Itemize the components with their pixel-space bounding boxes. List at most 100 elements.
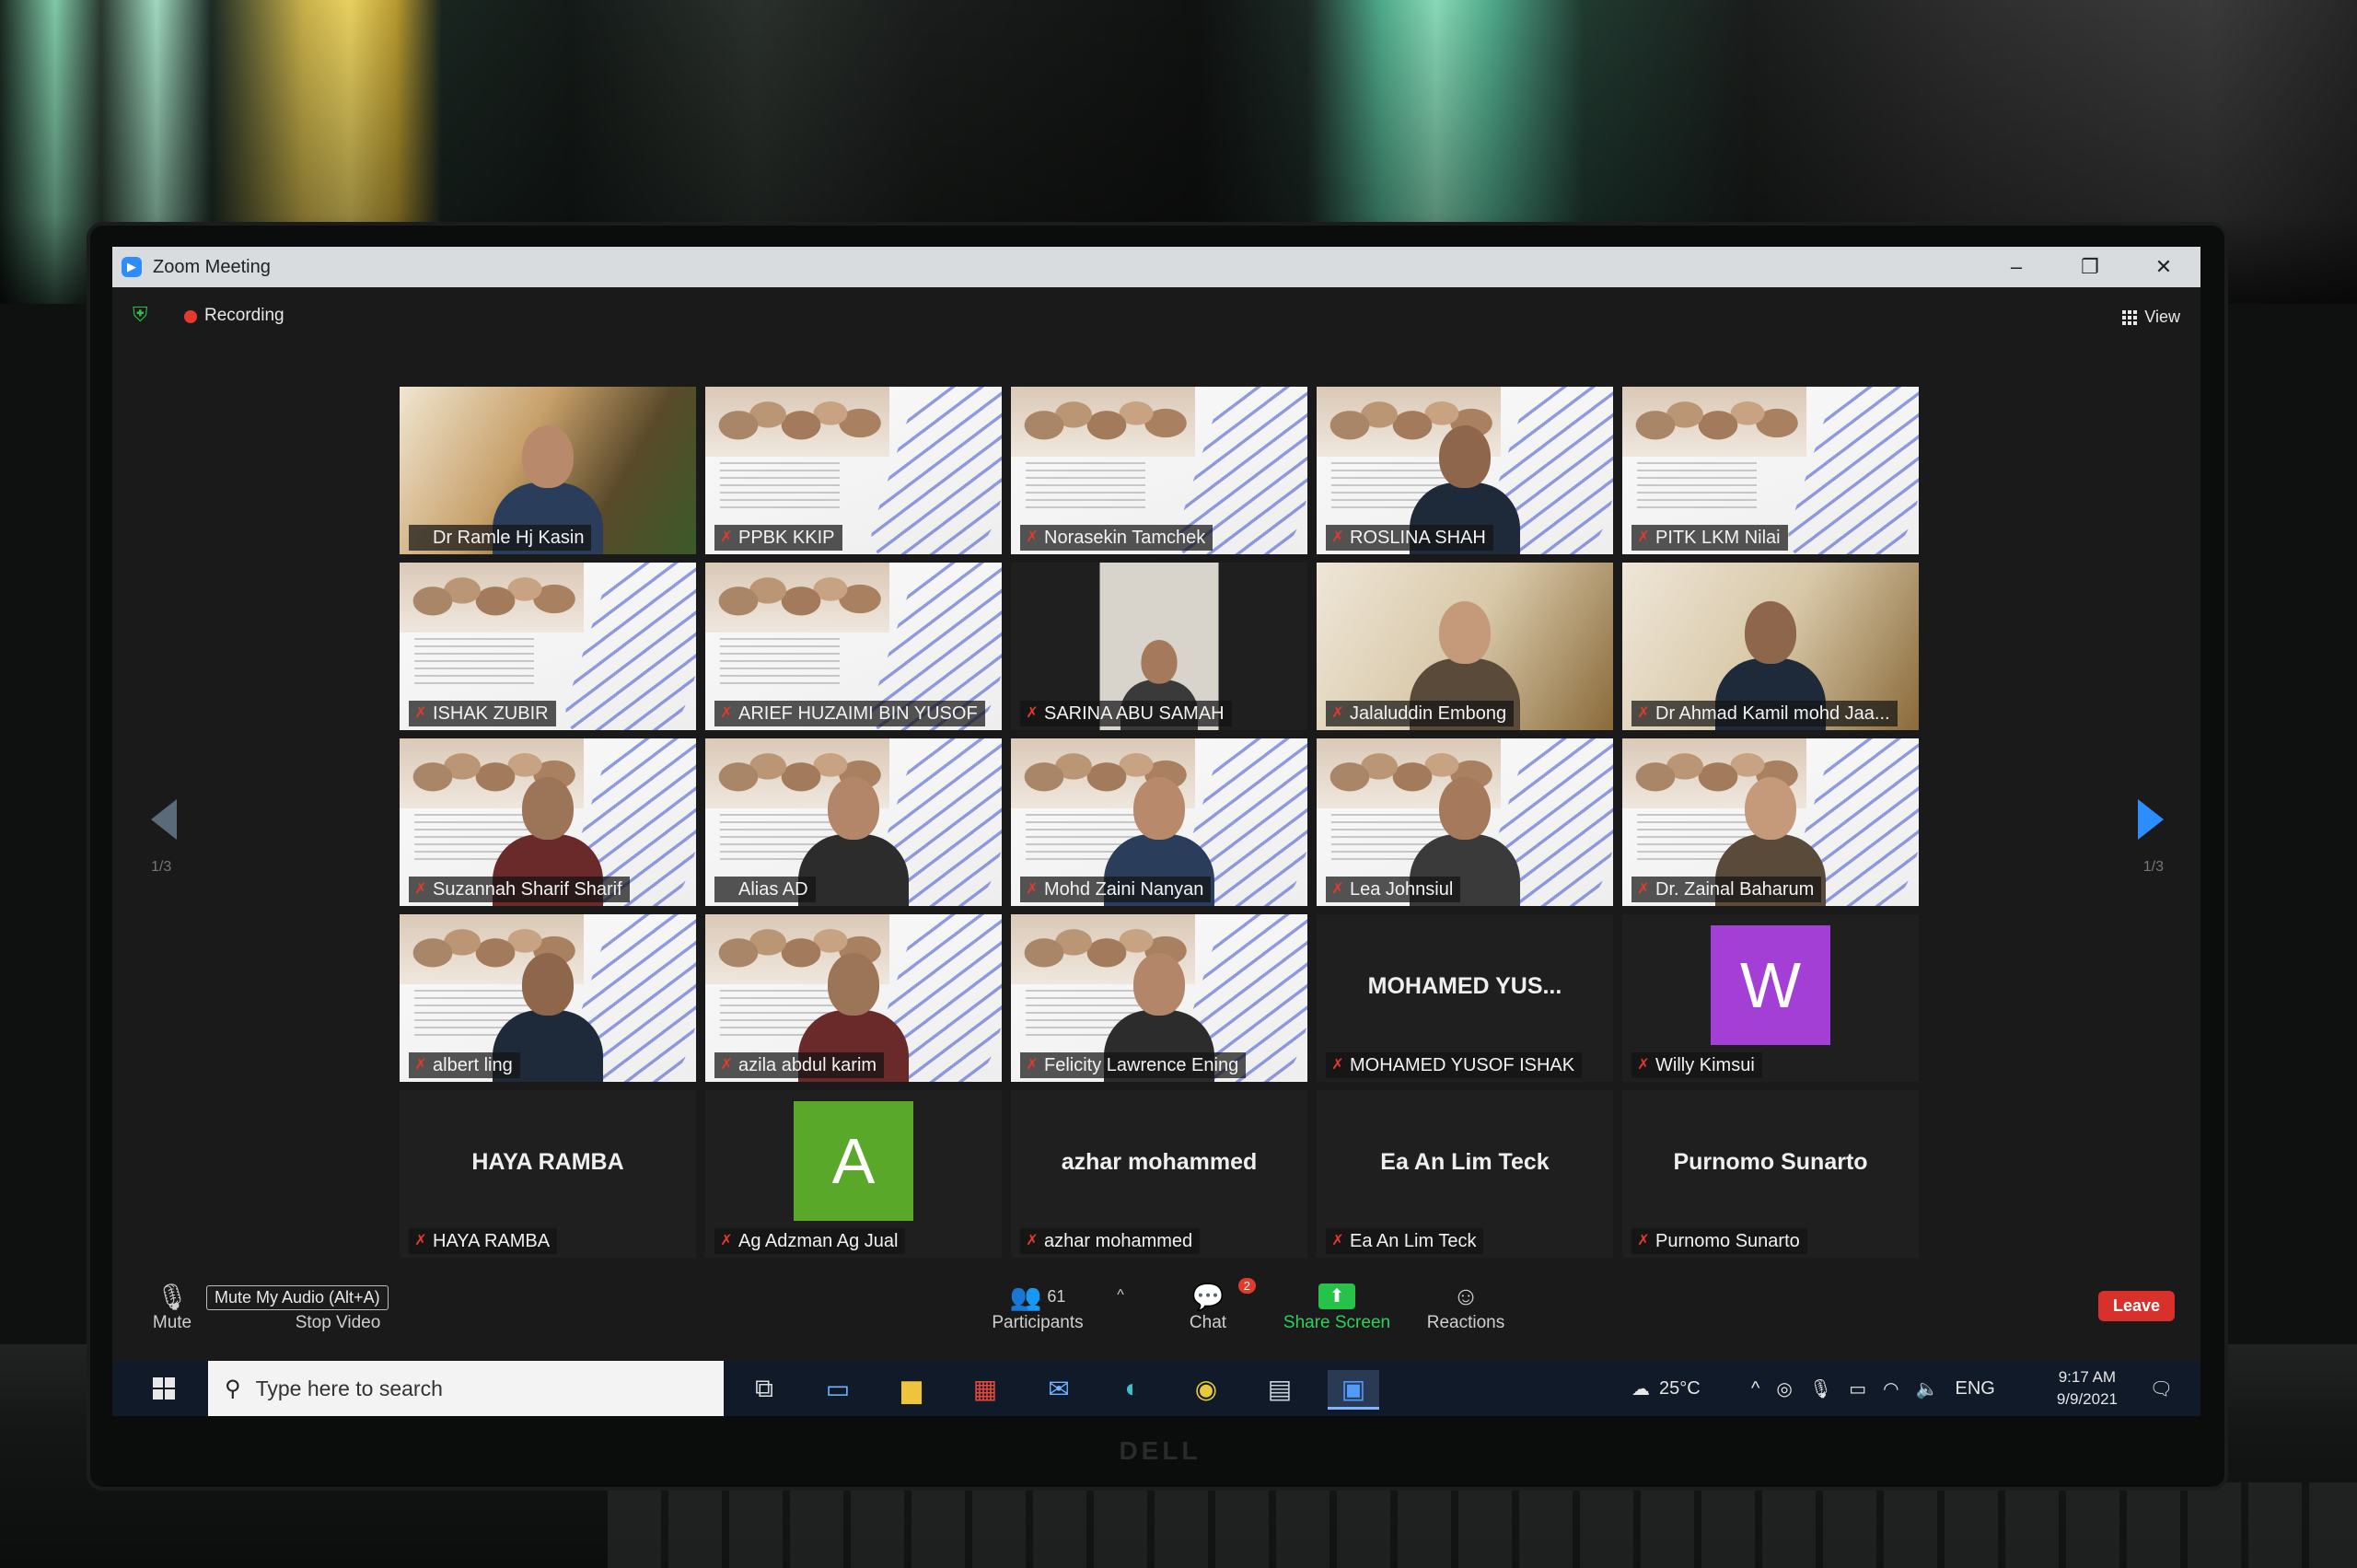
participant-tile[interactable]: Dr Ramle Hj Kasin — [400, 387, 696, 554]
participant-name: Willy Kimsui — [1655, 1055, 1755, 1075]
participant-tile[interactable]: ✗ Felicity Lawrence Ening — [1011, 914, 1307, 1082]
participant-name: PPBK KKIP — [738, 528, 835, 548]
windows-taskbar: ⚲ Type here to search ⧉ ▭ ▆ ▦ ✉ ◐ ◉ ▤ ▣ … — [112, 1361, 2200, 1416]
participant-tile[interactable]: ✗ PPBK KKIP — [705, 387, 1002, 554]
participant-name: Dr Ahmad Kamil mohd Jaa... — [1655, 703, 1890, 724]
participant-name-label: ✗ Ag Adzman Ag Jual — [714, 1228, 906, 1254]
weather-temperature: 25°C — [1659, 1377, 1701, 1399]
edge-browser-icon[interactable]: ◐ — [1107, 1370, 1158, 1407]
next-page-arrow-icon[interactable] — [2138, 799, 2164, 840]
participant-tile[interactable]: Ea An Lim Teck ✗ Ea An Lim Teck — [1317, 1090, 1613, 1258]
participant-tile[interactable]: ✗ ISHAK ZUBIR — [400, 563, 696, 730]
muted-mic-icon: ✗ — [720, 1057, 733, 1073]
muted-mic-icon: ✗ — [720, 1233, 733, 1249]
participant-tile[interactable]: ✗ PITK LKM Nilai — [1622, 387, 1919, 554]
camera-tray-icon[interactable]: ◎ — [1776, 1377, 1792, 1400]
muted-mic-icon: ✗ — [414, 1233, 427, 1249]
language-indicator[interactable]: ENG — [1956, 1378, 1995, 1400]
microphone-icon: 🎙 — [156, 1282, 189, 1311]
participant-name-label: ✗ Mohd Zaini Nanyan — [1020, 877, 1212, 902]
participant-tile[interactable]: azhar mohammed ✗ azhar mohammed — [1011, 1090, 1307, 1258]
participant-name-label: ✗ azila abdul karim — [714, 1052, 885, 1078]
participant-name-label: ✗ ROSLINA SHAH — [1326, 525, 1493, 551]
share-screen-button[interactable]: ⬆ Share Screen — [1272, 1280, 1401, 1333]
document-app-icon[interactable]: ▤ — [1254, 1370, 1306, 1407]
participant-name-label: Dr Ramle Hj Kasin — [409, 525, 592, 551]
battery-icon[interactable]: ▭ — [1849, 1377, 1866, 1400]
taskbar-search-box[interactable]: ⚲ Type here to search — [208, 1361, 724, 1416]
microphone-tray-icon[interactable]: 🎙 — [1809, 1377, 1832, 1400]
muted-mic-icon: ✗ — [1026, 1233, 1039, 1249]
view-label: View — [2144, 308, 2180, 326]
notifications-icon[interactable]: 🗨 — [2150, 1361, 2173, 1416]
weather-widget[interactable]: ☁ 25°C — [1631, 1361, 1701, 1416]
chevron-up-icon[interactable]: ^ — [1751, 1378, 1759, 1400]
reactions-button[interactable]: ☺ Reactions — [1411, 1280, 1521, 1333]
participant-tile[interactable]: A ✗ Ag Adzman Ag Jual — [705, 1090, 1002, 1258]
clock-date: 9/9/2021 — [2056, 1390, 2118, 1408]
wifi-icon[interactable]: ◠ — [1883, 1377, 1898, 1400]
participants-icon: 👥 — [1009, 1282, 1042, 1311]
cocoa-hands-image — [1011, 387, 1195, 458]
shield-check-icon[interactable]: ⛨ — [133, 304, 153, 326]
task-view-icon[interactable]: ⧉ — [738, 1370, 790, 1407]
zoom-taskbar-icon[interactable]: ▣ — [1328, 1370, 1379, 1410]
taskbar-clock[interactable]: 9:17 AM 9/9/2021 — [2057, 1366, 2118, 1411]
participant-tile[interactable]: ✗ albert ling — [400, 914, 696, 1082]
pc-icon[interactable]: ▭ — [812, 1370, 864, 1407]
close-icon[interactable]: ✕ — [2127, 247, 2200, 287]
keyboard — [608, 1482, 2357, 1568]
participant-name-label: ✗ PPBK KKIP — [714, 525, 842, 551]
slide-text-lines — [720, 462, 840, 508]
participant-display-name: azhar mohammed — [1061, 1149, 1258, 1175]
leave-button[interactable]: Leave — [2097, 1291, 2175, 1321]
muted-mic-icon: ✗ — [1331, 1233, 1344, 1249]
mail-icon[interactable]: ✉ — [1033, 1370, 1085, 1407]
participant-name: ARIEF HUZAIMI BIN YUSOF — [738, 703, 978, 724]
file-explorer-icon[interactable]: ▆ — [886, 1370, 937, 1407]
participant-name: Alias AD — [738, 879, 808, 900]
participant-tile[interactable]: ✗ Lea Johnsiul — [1317, 738, 1613, 906]
participant-tile[interactable]: ✗ Dr. Zainal Baharum — [1622, 738, 1919, 906]
muted-mic-icon: ✗ — [720, 705, 733, 721]
stop-video-button[interactable]: Stop Video — [278, 1280, 398, 1333]
participant-tile[interactable]: ✗ ROSLINA SHAH — [1317, 387, 1613, 554]
muted-mic-icon: ✗ — [414, 1057, 427, 1073]
participant-tile[interactable]: HAYA RAMBA ✗ HAYA RAMBA — [400, 1090, 696, 1258]
slide-text-lines — [720, 638, 840, 684]
minimize-icon[interactable]: – — [1980, 247, 2053, 287]
restore-icon[interactable]: ❐ — [2053, 247, 2127, 287]
previous-page-arrow-icon[interactable] — [151, 799, 177, 840]
participants-button[interactable]: 👥 61 Participants — [978, 1280, 1097, 1333]
muted-mic-icon: ✗ — [1637, 1233, 1650, 1249]
chat-bubble-icon: 💬 — [1191, 1282, 1225, 1311]
participant-tile[interactable]: ✗ azila abdul karim — [705, 914, 1002, 1082]
participant-tile[interactable]: ✗ Mohd Zaini Nanyan — [1011, 738, 1307, 906]
meeting-toolbar: 🎙 Mute Mute My Audio (Alt+A) Stop Video … — [112, 1274, 2200, 1350]
windows-start-icon[interactable] — [153, 1377, 175, 1400]
speaker-icon[interactable]: 🔈 — [1916, 1377, 1939, 1400]
recording-status[interactable]: Recording — [204, 306, 284, 326]
participant-tile[interactable]: ✗ ARIEF HUZAIMI BIN YUSOF — [705, 563, 1002, 730]
mute-button[interactable]: 🎙 Mute — [131, 1280, 214, 1333]
participant-tile[interactable]: ✗ SARINA ABU SAMAH — [1011, 563, 1307, 730]
participant-tile[interactable]: Purnomo Sunarto ✗ Purnomo Sunarto — [1622, 1090, 1919, 1258]
participant-display-name: Purnomo Sunarto — [1673, 1149, 1868, 1175]
participant-tile[interactable]: ✗ Dr Ahmad Kamil mohd Jaa... — [1622, 563, 1919, 730]
participant-tile[interactable]: MOHAMED YUS... ✗ MOHAMED YUSOF ISHAK — [1317, 914, 1613, 1082]
chrome-browser-icon[interactable]: ◉ — [1180, 1370, 1232, 1407]
store-icon[interactable]: ▦ — [959, 1370, 1011, 1407]
participants-chevron-up-icon[interactable]: ^ — [1107, 1287, 1134, 1304]
participant-name-label: ✗ SARINA ABU SAMAH — [1020, 701, 1232, 726]
muted-mic-icon: ✗ — [1026, 1057, 1039, 1073]
participant-tile[interactable]: ✗ Norasekin Tamchek — [1011, 387, 1307, 554]
participant-tile[interactable]: W ✗ Willy Kimsui — [1622, 914, 1919, 1082]
participant-tile[interactable]: ✗ Jalaluddin Embong — [1317, 563, 1613, 730]
participant-name-label: ✗ ISHAK ZUBIR — [409, 701, 556, 726]
muted-mic-icon: ✗ — [1026, 881, 1039, 897]
participant-tile[interactable]: ✗ Suzannah Sharif Sharif — [400, 738, 696, 906]
participant-tile[interactable]: Alias AD — [705, 738, 1002, 906]
view-button[interactable]: View — [2122, 308, 2180, 327]
gallery-view: Dr Ramle Hj Kasin ✗ PPBK KKIP ✗ Norasekin Ta… — [400, 387, 1928, 1258]
chat-button[interactable]: 💬 2 Chat — [1171, 1278, 1256, 1333]
